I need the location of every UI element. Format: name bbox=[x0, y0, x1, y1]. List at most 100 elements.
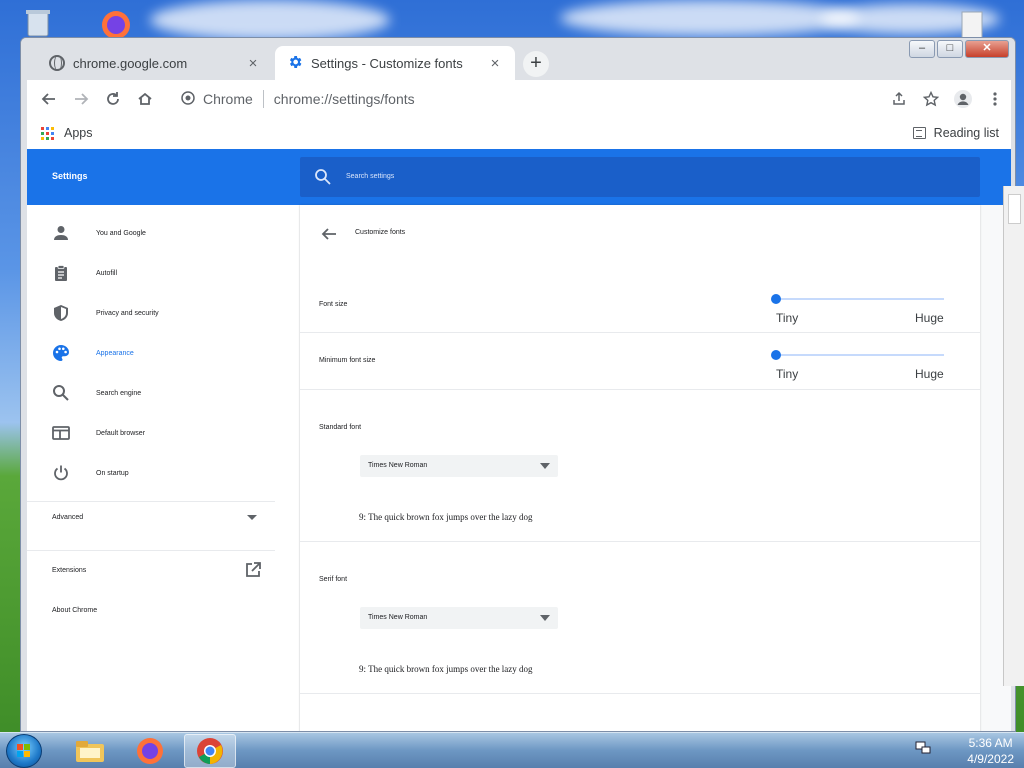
taskbar-explorer-button[interactable] bbox=[64, 734, 116, 768]
system-clock[interactable]: 5:36 AM 4/9/2022 bbox=[967, 735, 1014, 767]
minimum-font-size-max-label: Huge bbox=[915, 367, 944, 381]
serif-font-sample: 9: The quick brown fox jumps over the la… bbox=[359, 664, 533, 674]
network-icon[interactable] bbox=[914, 740, 932, 761]
open-in-new-icon[interactable] bbox=[244, 561, 262, 579]
serif-font-select[interactable]: Times New Roman bbox=[360, 607, 558, 629]
sidebar-item-label: Autofill bbox=[96, 269, 118, 277]
browser-toolbar: Chrome chrome://settings/fonts bbox=[27, 80, 1011, 118]
apps-label: Apps bbox=[64, 126, 93, 140]
standard-font-select[interactable]: Times New Roman bbox=[360, 455, 558, 477]
folder-icon bbox=[76, 741, 104, 762]
settings-title: Settings bbox=[52, 171, 88, 181]
bookmark-star-icon[interactable] bbox=[915, 83, 947, 115]
font-size-max-label: Huge bbox=[915, 311, 944, 325]
dropdown-arrow-icon bbox=[540, 463, 550, 469]
taskbar-firefox-button[interactable] bbox=[124, 734, 176, 768]
customize-fonts-card: Customize fonts Font size Tiny Huge Mini… bbox=[300, 205, 980, 731]
profile-avatar-icon[interactable] bbox=[947, 83, 979, 115]
start-button[interactable] bbox=[6, 734, 42, 768]
sidebar-item-about-chrome[interactable]: About Chrome bbox=[52, 607, 97, 614]
search-settings-input[interactable]: Search settings bbox=[300, 157, 980, 197]
tab-settings-fonts[interactable]: Settings - Customize fonts × bbox=[275, 46, 515, 80]
back-button[interactable] bbox=[33, 83, 65, 115]
reload-button[interactable] bbox=[97, 83, 129, 115]
row-divider bbox=[300, 332, 980, 333]
omnibox-site-chip: Chrome bbox=[203, 91, 253, 107]
sidebar-divider bbox=[27, 550, 275, 551]
recycle-bin-icon[interactable] bbox=[22, 8, 54, 38]
sidebar-item-label: Default browser bbox=[96, 429, 146, 437]
omnibox-url[interactable]: chrome://settings/fonts bbox=[274, 91, 415, 107]
tab-strip: chrome.google.com × Settings - Customize… bbox=[21, 38, 1015, 80]
row-divider bbox=[300, 389, 980, 390]
sidebar-advanced-toggle[interactable]: Advanced bbox=[52, 514, 262, 521]
scrollbar-thumb[interactable] bbox=[1008, 194, 1021, 224]
sidebar-item-on-startup[interactable]: On startup bbox=[27, 453, 299, 493]
minimum-font-size-min-label: Tiny bbox=[776, 367, 799, 381]
chevron-down-icon[interactable] bbox=[247, 515, 257, 520]
back-arrow-icon[interactable] bbox=[320, 225, 338, 243]
kebab-menu-icon[interactable] bbox=[979, 83, 1011, 115]
bookmarks-bar: Apps Reading list bbox=[27, 118, 1011, 149]
document-desktop-icon[interactable] bbox=[956, 10, 988, 40]
sidebar-item-default-browser[interactable]: Default browser bbox=[27, 413, 299, 453]
tab-close-icon[interactable]: × bbox=[245, 55, 261, 72]
reading-list-button[interactable]: Reading list bbox=[912, 126, 999, 140]
minimum-font-size-slider-knob[interactable] bbox=[771, 350, 781, 360]
row-divider bbox=[300, 693, 980, 694]
sidebar-item-search-engine[interactable]: Search engine bbox=[27, 373, 299, 413]
font-size-label: Font size bbox=[319, 301, 348, 308]
sidebar-item-label: Privacy and security bbox=[96, 309, 159, 317]
firefox-desktop-icon[interactable] bbox=[95, 6, 137, 40]
tab-label: chrome.google.com bbox=[73, 55, 188, 71]
person-icon bbox=[52, 224, 70, 242]
sidebar-item-appearance[interactable]: Appearance bbox=[27, 333, 299, 373]
apps-bookmark[interactable]: Apps bbox=[41, 126, 93, 140]
minimum-font-size-slider[interactable] bbox=[776, 354, 944, 356]
home-button[interactable] bbox=[129, 83, 161, 115]
serif-font-label: Serif font bbox=[319, 576, 348, 583]
select-value: Times New Roman bbox=[368, 614, 428, 621]
tab-label: Settings - Customize fonts bbox=[311, 55, 463, 71]
font-size-min-label: Tiny bbox=[776, 311, 799, 325]
palette-icon bbox=[52, 344, 70, 362]
sidebar-item-label: Search engine bbox=[96, 389, 142, 397]
share-icon[interactable] bbox=[883, 83, 915, 115]
settings-header: Settings Search settings bbox=[27, 149, 1011, 205]
sidebar-item-autofill[interactable]: Autofill bbox=[27, 253, 299, 293]
tab-chrome-google[interactable]: chrome.google.com × bbox=[37, 46, 273, 80]
taskbar-chrome-button[interactable] bbox=[184, 734, 236, 768]
forward-button[interactable] bbox=[65, 83, 97, 115]
window-controls: – □ ✕ bbox=[909, 40, 1009, 58]
standard-font-label: Standard font bbox=[319, 424, 362, 431]
minimize-button[interactable]: – bbox=[909, 40, 935, 58]
shield-icon bbox=[52, 304, 70, 322]
sidebar-item-you-and-google[interactable]: You and Google bbox=[27, 213, 299, 253]
dropdown-arrow-icon bbox=[540, 615, 550, 621]
font-size-slider-knob[interactable] bbox=[771, 294, 781, 304]
new-tab-button[interactable]: + bbox=[523, 51, 549, 77]
browser-icon bbox=[52, 424, 70, 442]
chrome-site-icon bbox=[181, 90, 195, 108]
reading-list-label: Reading list bbox=[933, 126, 999, 140]
address-bar[interactable]: Chrome chrome://settings/fonts bbox=[171, 84, 881, 114]
minimum-font-size-label: Minimum font size bbox=[319, 357, 376, 364]
row-divider bbox=[300, 541, 980, 542]
sidebar-item-privacy[interactable]: Privacy and security bbox=[27, 293, 299, 333]
font-size-slider[interactable] bbox=[776, 298, 944, 300]
maximize-button[interactable]: □ bbox=[937, 40, 963, 58]
close-window-button[interactable]: ✕ bbox=[965, 40, 1009, 58]
toolbar-actions bbox=[883, 83, 1011, 115]
standard-font-sample: 9: The quick brown fox jumps over the la… bbox=[359, 512, 533, 522]
sidebar-item-label: You and Google bbox=[96, 229, 146, 237]
reading-list-icon bbox=[912, 127, 926, 139]
clipboard-icon bbox=[52, 264, 70, 282]
sidebar-divider bbox=[27, 501, 275, 502]
sidebar-item-extensions[interactable]: Extensions bbox=[52, 567, 86, 574]
select-value: Times New Roman bbox=[368, 462, 428, 469]
background-window-edge bbox=[1003, 186, 1024, 686]
omnibox-divider bbox=[262, 90, 264, 108]
gear-icon bbox=[287, 54, 303, 73]
page-title: Customize fonts bbox=[355, 229, 406, 236]
tab-close-icon[interactable]: × bbox=[487, 55, 503, 72]
